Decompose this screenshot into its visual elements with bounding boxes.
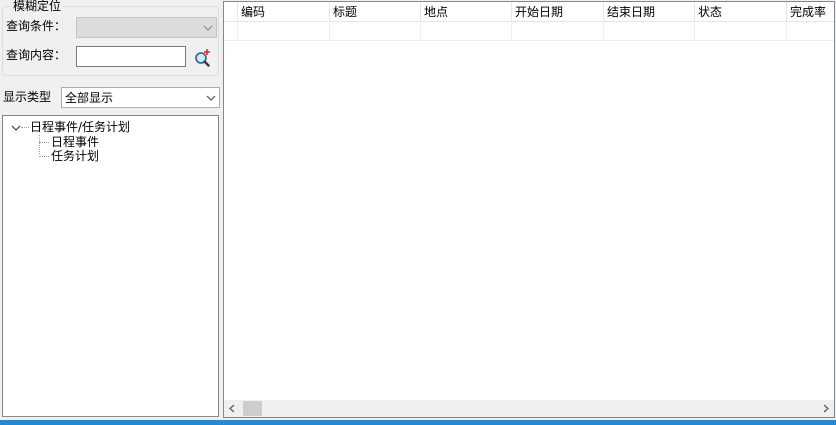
column-header-location-label: 地点 bbox=[424, 5, 449, 19]
display-type-combo[interactable]: 全部显示 bbox=[61, 87, 220, 108]
horizontal-scrollbar[interactable] bbox=[224, 400, 834, 417]
column-header-code[interactable]: 编码 bbox=[238, 2, 330, 21]
display-type-value: 全部显示 bbox=[65, 91, 114, 105]
column-header-status-label: 状态 bbox=[698, 5, 723, 19]
fuzzy-locate-group: 模糊定位 查询条件： 查询内容： bbox=[2, 0, 219, 76]
content-input[interactable] bbox=[76, 46, 186, 67]
tree-connector bbox=[39, 142, 49, 143]
chevron-right-icon bbox=[823, 404, 829, 413]
column-header-code-label: 编码 bbox=[241, 5, 266, 19]
tree-node-root[interactable]: 日程事件/任务计划 bbox=[30, 120, 130, 134]
scroll-right-button[interactable] bbox=[817, 400, 834, 417]
grid-header: 编码 标题 地点 开始日期 结束日期 状态 完成率 bbox=[224, 2, 834, 22]
tree-connector bbox=[39, 135, 40, 154]
condition-combo[interactable] bbox=[76, 17, 217, 38]
column-header-title[interactable]: 标题 bbox=[330, 2, 421, 21]
data-grid[interactable]: 编码 标题 地点 开始日期 结束日期 状态 完成率 bbox=[223, 1, 835, 418]
column-header-status[interactable]: 状态 bbox=[695, 2, 787, 21]
tree-node-task-plan[interactable]: 任务计划 bbox=[51, 149, 99, 163]
category-tree[interactable]: 日程事件/任务计划 日程事件 任务计划 bbox=[2, 115, 219, 417]
grid-cell[interactable] bbox=[238, 21, 330, 40]
search-button[interactable] bbox=[192, 47, 214, 69]
scroll-left-button[interactable] bbox=[224, 400, 241, 417]
grid-row-selector[interactable] bbox=[224, 21, 238, 40]
grid-cell[interactable] bbox=[787, 21, 834, 40]
grid-row-selector-header bbox=[224, 2, 238, 21]
grid-cell[interactable] bbox=[695, 21, 787, 40]
window-bottom-accent bbox=[0, 420, 836, 425]
display-type-label: 显示类型 bbox=[3, 90, 52, 104]
column-header-end-date[interactable]: 结束日期 bbox=[604, 2, 695, 21]
chevron-down-icon bbox=[203, 25, 213, 31]
grid-cell[interactable] bbox=[604, 21, 695, 40]
chevron-left-icon bbox=[229, 404, 235, 413]
fuzzy-locate-caption: 模糊定位 bbox=[11, 0, 64, 13]
search-magnifier-icon bbox=[195, 49, 210, 67]
tree-node-schedule-event[interactable]: 日程事件 bbox=[51, 135, 99, 149]
column-header-completion[interactable]: 完成率 bbox=[787, 2, 834, 21]
column-header-title-label: 标题 bbox=[333, 5, 358, 19]
chevron-down-icon bbox=[206, 95, 216, 101]
grid-cell[interactable] bbox=[512, 21, 604, 40]
tree-connector bbox=[21, 127, 29, 128]
column-header-start-date-label: 开始日期 bbox=[515, 5, 564, 19]
column-header-location[interactable]: 地点 bbox=[421, 2, 512, 21]
content-label: 查询内容： bbox=[6, 48, 67, 62]
column-header-start-date[interactable]: 开始日期 bbox=[512, 2, 604, 21]
tree-connector bbox=[39, 156, 49, 157]
column-header-completion-label: 完成率 bbox=[790, 5, 827, 19]
condition-label: 查询条件： bbox=[6, 19, 67, 33]
table-row[interactable] bbox=[224, 21, 834, 41]
grid-cell[interactable] bbox=[421, 21, 512, 40]
scroll-thumb[interactable] bbox=[243, 401, 262, 416]
grid-cell[interactable] bbox=[330, 21, 421, 40]
column-header-end-date-label: 结束日期 bbox=[607, 5, 656, 19]
window-root: 模糊定位 查询条件： 查询内容： 显示类型 全部显示 日程事件/任务计划 日程事… bbox=[0, 0, 836, 425]
tree-expand-chevron-icon[interactable] bbox=[11, 123, 21, 133]
